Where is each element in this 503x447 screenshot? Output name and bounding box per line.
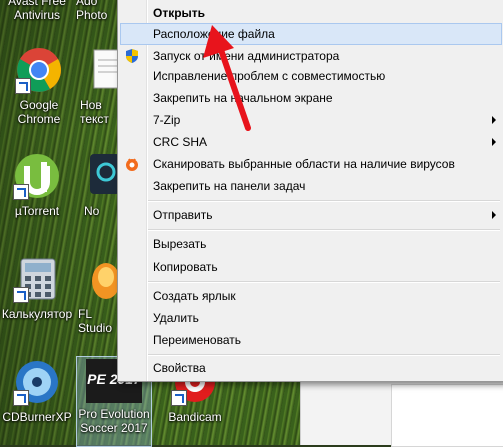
menu-separator bbox=[148, 354, 500, 356]
context-menu: Открыть Расположение файла Запуск от име… bbox=[117, 0, 503, 382]
desktop-icon-label: FL Studio bbox=[78, 307, 113, 335]
menu-item-label: Открыть bbox=[153, 6, 206, 20]
menu-item-label: Расположение файла bbox=[153, 27, 275, 41]
menu-item-label: Копировать bbox=[153, 260, 218, 274]
menu-item-cut[interactable]: Вырезать bbox=[120, 233, 502, 255]
menu-item-open[interactable]: Открыть bbox=[120, 2, 502, 24]
menu-item-label: Создать ярлык bbox=[153, 289, 236, 303]
utorrent-icon bbox=[13, 152, 61, 200]
fl-studio-icon bbox=[86, 255, 120, 303]
submenu-arrow-icon bbox=[492, 116, 496, 124]
menu-item-7zip[interactable]: 7-Zip bbox=[120, 109, 502, 131]
app-icon bbox=[88, 152, 120, 200]
menu-item-create-shortcut[interactable]: Создать ярлык bbox=[120, 285, 502, 307]
desktop-icon-fl-studio[interactable]: FL Studio bbox=[78, 255, 120, 335]
menu-item-label: Свойства bbox=[153, 361, 206, 375]
background-window-panel bbox=[391, 384, 503, 447]
menu-item-label: Удалить bbox=[153, 311, 199, 325]
menu-separator bbox=[148, 200, 500, 202]
menu-item-pin-taskbar[interactable]: Закрепить на панели задач bbox=[120, 175, 502, 197]
text-document-icon bbox=[90, 46, 120, 94]
desktop-icon-label: Нов текст bbox=[80, 98, 109, 126]
menu-item-crc-sha[interactable]: CRC SHA bbox=[120, 131, 502, 153]
menu-separator bbox=[148, 229, 500, 231]
desktop-icon-label: Калькулятор bbox=[1, 307, 73, 321]
menu-separator bbox=[148, 281, 500, 283]
avast-icon bbox=[124, 156, 140, 172]
menu-item-label: 7-Zip bbox=[153, 113, 181, 127]
shortcut-arrow-icon bbox=[13, 184, 29, 200]
desktop-icon-label: No bbox=[84, 204, 100, 218]
desktop-icon-chrome[interactable]: Google Chrome bbox=[2, 46, 76, 126]
menu-item-scan-viruses[interactable]: Сканировать выбранные области на наличие… bbox=[120, 153, 502, 175]
menu-item-label: CRC SHA bbox=[153, 135, 208, 149]
menu-item-compat-troubleshoot[interactable]: Исправление проблем с совместимостью bbox=[120, 65, 502, 87]
shortcut-arrow-icon bbox=[13, 287, 29, 303]
submenu-arrow-icon bbox=[492, 138, 496, 146]
desktop-icon-label: Google Chrome bbox=[17, 98, 61, 126]
menu-item-label: Закрепить на начальном экране bbox=[153, 91, 333, 105]
desktop-icon-calculator[interactable]: Калькулятор bbox=[0, 255, 74, 321]
menu-item-send-to[interactable]: Отправить bbox=[120, 204, 502, 226]
menu-item-label: Вырезать bbox=[153, 237, 207, 251]
desktop-icon-label: µTorrent bbox=[14, 204, 60, 218]
desktop-icon-label: Bandicam bbox=[168, 410, 222, 424]
shortcut-arrow-icon bbox=[13, 390, 29, 406]
shortcut-arrow-icon bbox=[171, 390, 187, 406]
menu-item-file-location[interactable]: Расположение файла bbox=[120, 23, 502, 45]
menu-item-label: Сканировать выбранные области на наличие… bbox=[153, 157, 455, 171]
menu-item-label: Исправление проблем с совместимостью bbox=[153, 69, 386, 83]
menu-item-label: Закрепить на панели задач bbox=[153, 179, 306, 193]
desktop-icon-no[interactable]: No bbox=[84, 152, 120, 218]
background-window bbox=[300, 372, 503, 447]
desktop-icon-photoshop[interactable]: Ado Photo bbox=[76, 0, 120, 22]
menu-item-label: Переименовать bbox=[153, 333, 241, 347]
cdburnerxp-icon bbox=[13, 358, 61, 406]
chrome-icon bbox=[15, 46, 63, 94]
menu-item-rename[interactable]: Переименовать bbox=[120, 329, 502, 351]
desktop-icon-cdburnerxp[interactable]: CDBurnerXP bbox=[0, 358, 74, 424]
uac-shield-icon bbox=[124, 48, 140, 64]
submenu-arrow-icon bbox=[492, 211, 496, 219]
calculator-icon bbox=[13, 255, 61, 303]
desktop-icon-new-text[interactable]: Нов текст bbox=[80, 46, 120, 126]
desktop-icon-label: Pro Evolution Soccer 2017 bbox=[78, 407, 150, 435]
menu-item-label: Запуск от имени администратора bbox=[153, 49, 340, 63]
desktop-icon-utorrent[interactable]: µTorrent bbox=[0, 152, 74, 218]
menu-item-delete[interactable]: Удалить bbox=[120, 307, 502, 329]
menu-item-properties[interactable]: Свойства bbox=[120, 357, 502, 379]
menu-item-run-as-admin[interactable]: Запуск от имени администратора bbox=[120, 45, 502, 67]
menu-item-pin-start[interactable]: Закрепить на начальном экране bbox=[120, 87, 502, 109]
menu-item-copy[interactable]: Копировать bbox=[120, 256, 502, 278]
desktop-icon-label: Avast Free Antivirus bbox=[8, 0, 66, 22]
shortcut-arrow-icon bbox=[15, 78, 31, 94]
desktop-icon-label: CDBurnerXP bbox=[2, 410, 72, 424]
menu-item-label: Отправить bbox=[153, 208, 213, 222]
desktop-icon-label: Ado Photo bbox=[76, 0, 108, 22]
desktop-icon-avast[interactable]: Avast Free Antivirus bbox=[0, 0, 74, 22]
